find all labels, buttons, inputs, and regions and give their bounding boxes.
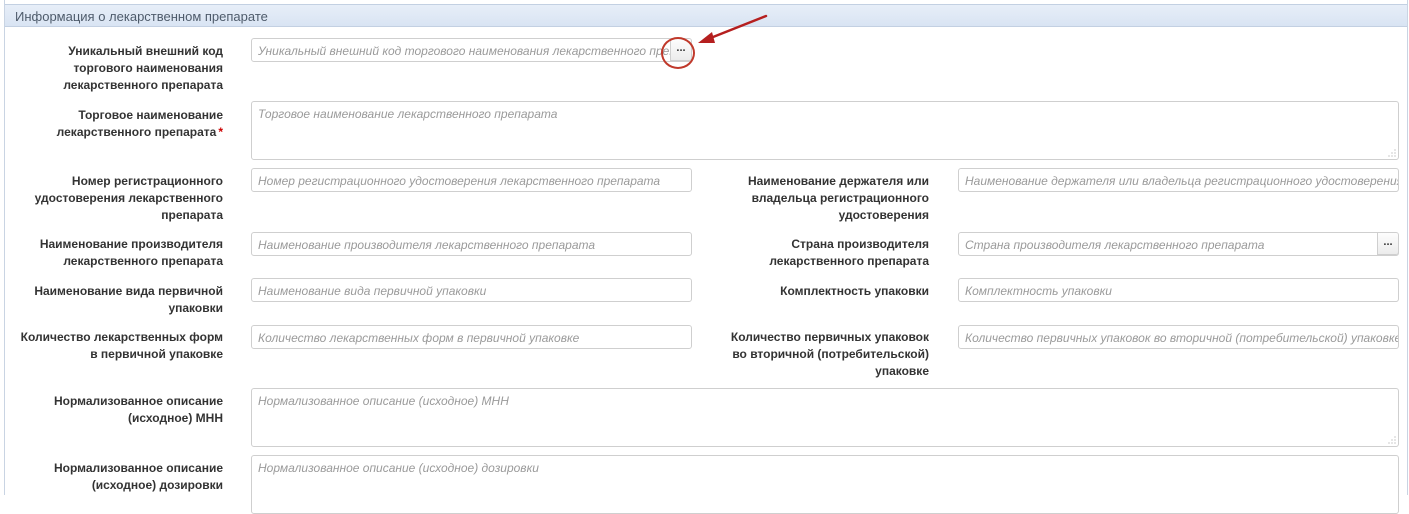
- panel-title: Информация о лекарственном препарате: [15, 9, 268, 24]
- completeness-placeholder: Комплектность упаковки: [965, 284, 1112, 298]
- resize-handle-icon[interactable]: [1388, 436, 1396, 444]
- inn-description-label: Нормализованное описание (исходное) МНН: [53, 394, 223, 425]
- trade-name-placeholder: Торговое наименование лекарственного пре…: [258, 107, 558, 121]
- country-input[interactable]: Страна производителя лекарственного преп…: [958, 232, 1399, 256]
- completeness-input[interactable]: Комплектность упаковки: [958, 278, 1399, 302]
- holder-name-input[interactable]: Наименование держателя или владельца рег…: [958, 168, 1399, 192]
- required-asterisk: *: [218, 125, 223, 139]
- reg-number-label: Номер регистрационного удостоверения лек…: [34, 174, 223, 222]
- primary-package-placeholder: Наименование вида первичной упаковки: [258, 284, 487, 298]
- holder-name-label: Наименование держателя или владельца рег…: [747, 174, 929, 222]
- reg-number-placeholder: Номер регистрационного удостоверения лек…: [258, 174, 661, 188]
- forms-count-input[interactable]: Количество лекарственных форм в первично…: [251, 325, 692, 349]
- trade-name-label: Торговое наименование лекарственного пре…: [11, 107, 223, 141]
- inn-description-placeholder: Нормализованное описание (исходное) МНН: [258, 394, 509, 408]
- forms-count-label: Количество лекарственных форм в первично…: [20, 330, 223, 361]
- manufacturer-placeholder: Наименование производителя лекарственног…: [258, 238, 596, 252]
- drug-info-panel: Информация о лекарственном препарате Уни…: [4, 0, 1408, 514]
- unique-code-input[interactable]: Уникальный внешний код торгового наимено…: [251, 38, 692, 62]
- trade-name-textarea[interactable]: Торговое наименование лекарственного пре…: [251, 101, 1399, 160]
- completeness-label: Комплектность упаковки: [780, 284, 929, 298]
- primary-package-label: Наименование вида первичной упаковки: [34, 284, 223, 315]
- country-label: Страна производителя лекарственного преп…: [769, 237, 929, 268]
- primary-in-secondary-placeholder: Количество первичных упаковок во вторичн…: [965, 331, 1399, 345]
- unique-code-placeholder: Уникальный внешний код торгового наимено…: [258, 44, 692, 58]
- dosage-description-placeholder: Нормализованное описание (исходное) дози…: [258, 461, 539, 475]
- primary-in-secondary-label: Количество первичных упаковок во вторичн…: [730, 330, 929, 378]
- unique-code-label: Уникальный внешний код торгового наимено…: [63, 44, 223, 92]
- inn-description-textarea[interactable]: Нормализованное описание (исходное) МНН: [251, 388, 1399, 447]
- primary-in-secondary-input[interactable]: Количество первичных упаковок во вторичн…: [958, 325, 1399, 349]
- dosage-description-label: Нормализованное описание (исходное) дози…: [53, 461, 223, 492]
- red-arrow-icon: [698, 14, 768, 43]
- primary-package-input[interactable]: Наименование вида первичной упаковки: [251, 278, 692, 302]
- reg-number-input[interactable]: Номер регистрационного удостоверения лек…: [251, 168, 692, 192]
- holder-name-placeholder: Наименование держателя или владельца рег…: [965, 174, 1399, 188]
- manufacturer-label: Наименование производителя лекарственног…: [39, 237, 223, 268]
- dosage-description-textarea[interactable]: Нормализованное описание (исходное) дози…: [251, 455, 1399, 514]
- forms-count-placeholder: Количество лекарственных форм в первично…: [258, 331, 580, 345]
- manufacturer-input[interactable]: Наименование производителя лекарственног…: [251, 232, 692, 256]
- country-select-button[interactable]: ...: [1377, 233, 1398, 255]
- country-placeholder: Страна производителя лекарственного преп…: [965, 238, 1265, 252]
- trade-name-label-text: Торговое наименование лекарственного пре…: [56, 108, 223, 139]
- resize-handle-icon[interactable]: [1388, 149, 1396, 157]
